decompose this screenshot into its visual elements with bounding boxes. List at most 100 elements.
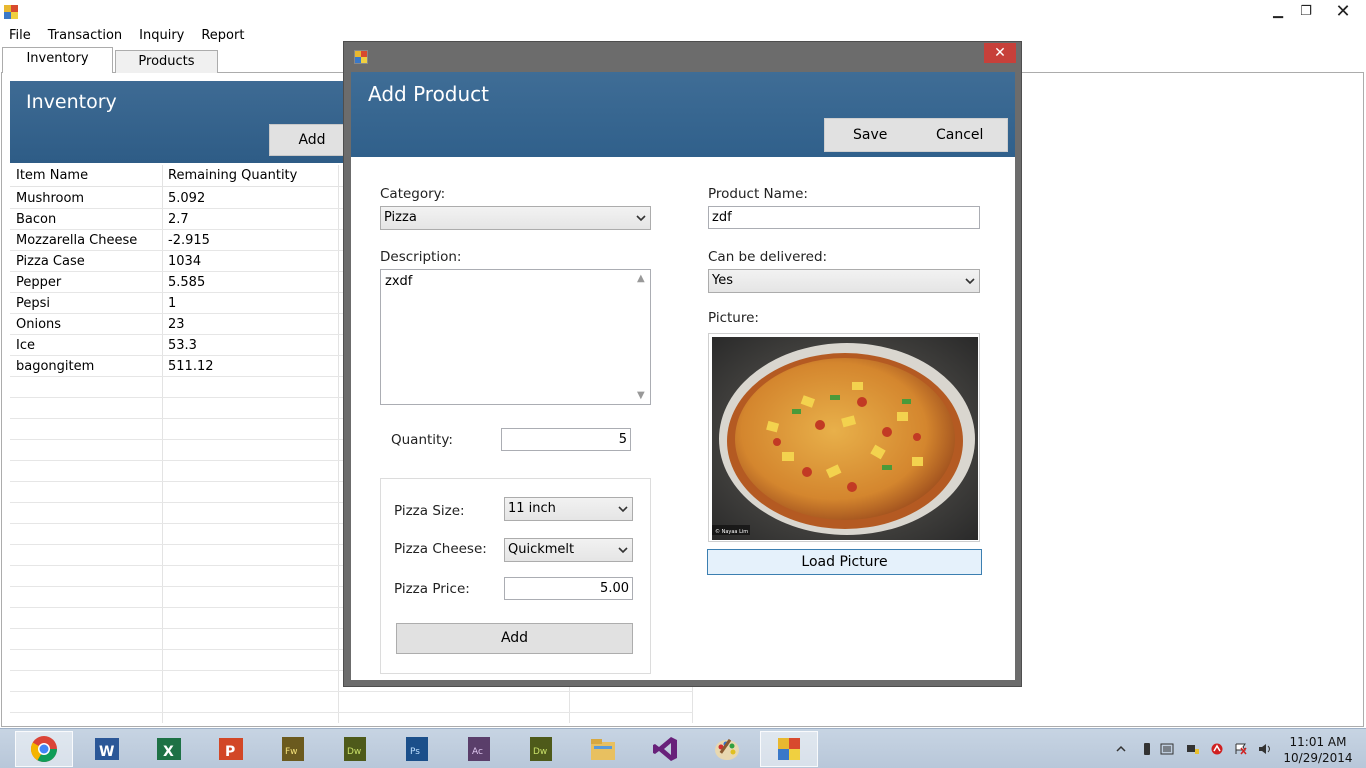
picture-label: Picture: [708, 310, 759, 326]
scroll-up-icon[interactable]: ▲ [637, 273, 645, 284]
clock-time: 11:01 AM [1289, 735, 1347, 749]
chevron-down-icon [618, 506, 628, 513]
product-name-input[interactable]: zdf [708, 206, 980, 229]
dreamweaver-icon[interactable]: Dw [326, 731, 384, 767]
svg-text:Dw: Dw [533, 747, 547, 757]
svg-text:X: X [163, 744, 174, 760]
scroll-down-icon[interactable]: ▼ [637, 390, 645, 401]
cell-item-name: Mozzarella Cheese [16, 233, 138, 248]
clock-date: 10/29/2014 [1283, 751, 1353, 765]
pizza-image: © Nayaa Lim [712, 337, 978, 540]
cell-item-name: Bacon [16, 212, 57, 227]
phone-icon[interactable] [1140, 743, 1154, 755]
description-scrollbar[interactable]: ▲ ▼ [633, 270, 650, 404]
cell-quantity: 23 [168, 317, 185, 332]
cell-item-name: Mushroom [16, 191, 85, 206]
word-icon[interactable]: W [78, 731, 136, 767]
antivirus-icon[interactable] [1210, 743, 1224, 755]
cell-item-name: Onions [16, 317, 62, 332]
cell-item-name: Ice [16, 338, 35, 353]
cell-quantity: -2.915 [168, 233, 210, 248]
main-titlebar: ▁ ❐ ✕ [0, 0, 1366, 24]
close-button[interactable]: ✕ [1320, 0, 1366, 22]
dialog-close-button[interactable]: ✕ [984, 43, 1016, 63]
cell-quantity: 1034 [168, 254, 202, 269]
file-explorer-icon[interactable] [574, 731, 632, 767]
cell-quantity: 5.585 [168, 275, 206, 290]
category-label: Category: [380, 186, 446, 202]
description-value: zxdf [385, 274, 413, 289]
dreamweaver-icon-2[interactable]: Dw [512, 731, 570, 767]
cancel-button[interactable]: Cancel [936, 127, 983, 143]
chevron-down-icon [636, 215, 646, 222]
deliver-dropdown[interactable]: Yes [708, 269, 980, 293]
description-label: Description: [380, 249, 462, 265]
svg-text:Ac: Ac [472, 747, 483, 757]
clock[interactable]: 11:01 AM 10/29/2014 [1283, 734, 1353, 766]
inventory-title: Inventory [26, 91, 117, 113]
svg-text:P: P [225, 744, 235, 760]
pizza-price-label: Pizza Price: [394, 581, 470, 597]
category-value: Pizza [384, 210, 417, 225]
volume-icon[interactable] [1258, 743, 1272, 755]
picture-box: © Nayaa Lim [708, 333, 980, 542]
column-header-remaining-quantity[interactable]: Remaining Quantity [168, 168, 297, 183]
powerpoint-icon[interactable]: P [202, 731, 260, 767]
action-center-icon[interactable] [1160, 743, 1174, 755]
fireworks-icon[interactable]: Fw [264, 731, 322, 767]
acrobat-icon[interactable]: Ac [450, 731, 508, 767]
dialog-titlebar: ✕ [344, 42, 1021, 71]
cell-quantity: 53.3 [168, 338, 197, 353]
deliver-label: Can be delivered: [708, 249, 828, 265]
pizza-price-input[interactable]: 5.00 [504, 577, 633, 600]
app-icon[interactable] [4, 5, 18, 19]
quantity-input[interactable]: 5 [501, 428, 631, 451]
quantity-label: Quantity: [391, 432, 453, 448]
dialog-app-icon [354, 50, 368, 64]
excel-icon[interactable]: X [140, 731, 198, 767]
column-header-item-name[interactable]: Item Name [16, 168, 88, 183]
category-dropdown[interactable]: Pizza [380, 206, 651, 230]
menu-file[interactable]: File [0, 24, 39, 46]
network-icon[interactable] [1186, 743, 1200, 755]
menu-inquiry[interactable]: Inquiry [130, 24, 192, 46]
visual-studio-icon[interactable] [636, 731, 694, 767]
empty-row [10, 692, 693, 713]
show-hidden-icons-icon[interactable] [1114, 743, 1128, 755]
tab-inventory[interactable]: Inventory [2, 47, 113, 73]
app-icon[interactable] [760, 731, 818, 767]
cell-quantity: 1 [168, 296, 177, 311]
cell-item-name: Pepsi [16, 296, 51, 311]
menu-transaction[interactable]: Transaction [39, 24, 130, 46]
description-textarea[interactable]: zxdf ▲ ▼ [380, 269, 651, 405]
cell-quantity: 2.7 [168, 212, 189, 227]
add-product-dialog: ✕ Add Product Save Cancel Category: Pizz… [343, 41, 1022, 687]
pizza-size-dropdown[interactable]: 11 inch [504, 497, 633, 521]
deliver-value: Yes [712, 273, 733, 288]
chevron-down-icon [618, 547, 628, 554]
photoshop-icon[interactable]: Ps [388, 731, 446, 767]
paint-icon[interactable] [698, 731, 756, 767]
svg-text:Dw: Dw [347, 747, 361, 757]
cell-item-name: Pepper [16, 275, 62, 290]
cell-item-name: Pizza Case [16, 254, 85, 269]
pizza-add-button[interactable]: Add [396, 623, 633, 654]
load-picture-button[interactable]: Load Picture [707, 549, 982, 575]
picture-credit: © Nayaa Lim [715, 528, 748, 535]
flag-icon[interactable] [1234, 743, 1248, 755]
tab-products[interactable]: Products [115, 50, 218, 73]
save-button[interactable]: Save [853, 127, 887, 143]
menu-report[interactable]: Report [192, 24, 252, 46]
dialog-body: Add Product Save Cancel Category: Pizza … [351, 72, 1015, 680]
taskbar: W X P Fw Dw Ps Ac Dw 11:01 AM 10/29/2014 [0, 728, 1366, 768]
chrome-icon[interactable] [15, 731, 73, 767]
cell-quantity: 511.12 [168, 359, 214, 374]
pizza-cheese-value: Quickmelt [508, 542, 575, 557]
minimize-button[interactable]: ▁ [1264, 0, 1292, 22]
pizza-cheese-label: Pizza Cheese: [394, 541, 487, 557]
pizza-cheese-dropdown[interactable]: Quickmelt [504, 538, 633, 562]
restore-button[interactable]: ❐ [1292, 0, 1320, 22]
dialog-header: Add Product Save Cancel [351, 72, 1015, 157]
pizza-size-label: Pizza Size: [394, 503, 465, 519]
product-name-label: Product Name: [708, 186, 808, 202]
